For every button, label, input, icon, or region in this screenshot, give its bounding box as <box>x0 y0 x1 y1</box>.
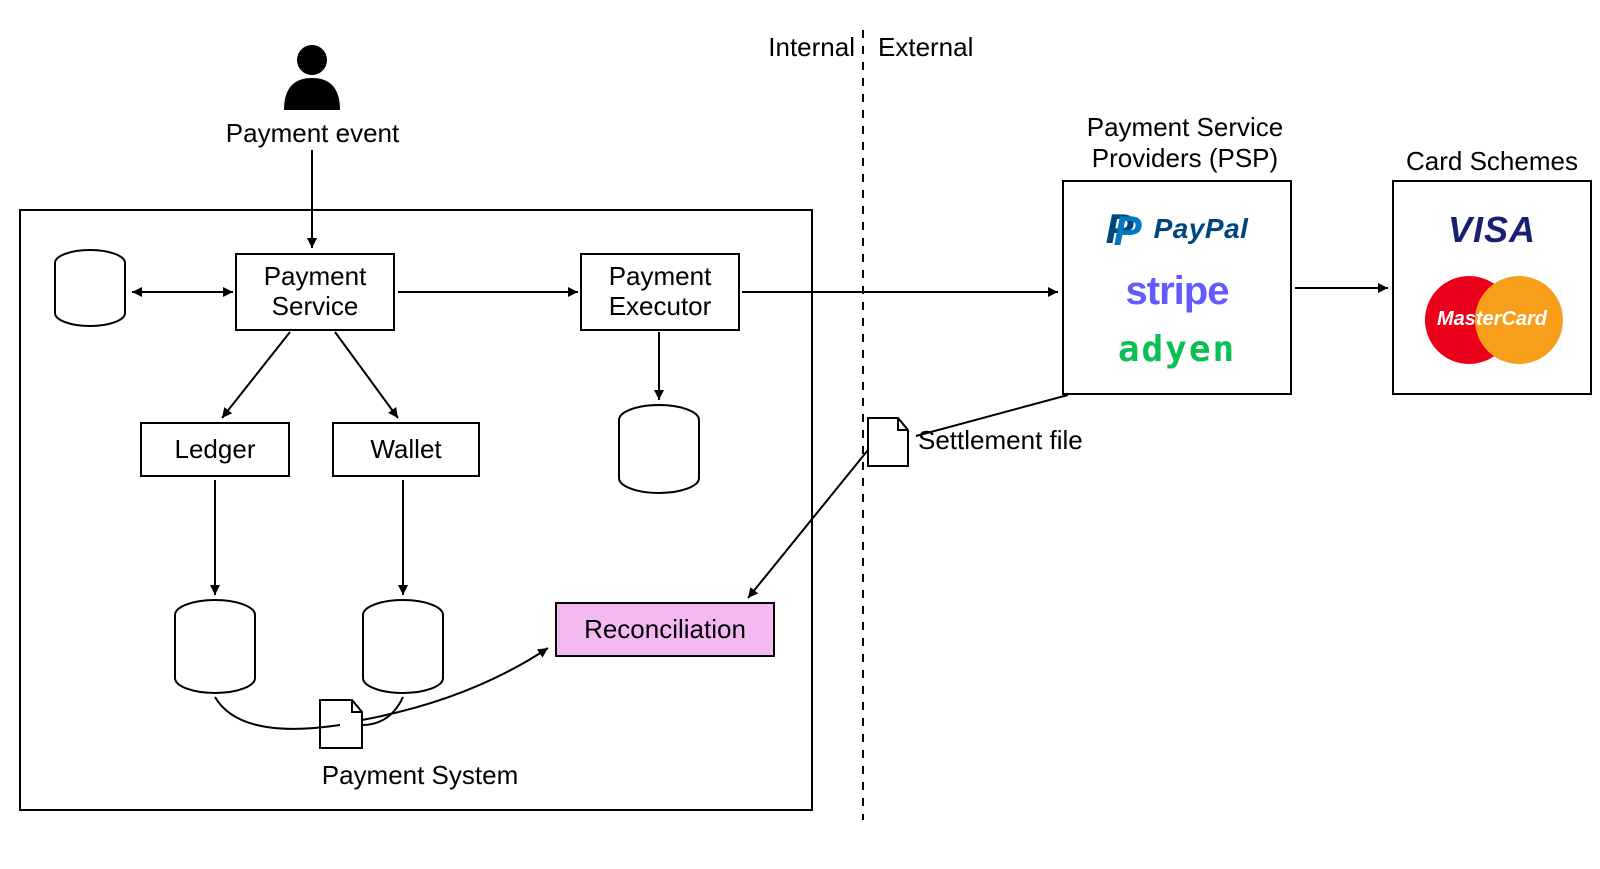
box-payment-executor: Payment Executor <box>580 253 740 331</box>
box-reconciliation: Reconciliation <box>555 602 775 657</box>
db-executor-icon <box>619 405 699 493</box>
logo-visa: VISA <box>1448 209 1536 250</box>
label-payment-event: Payment event <box>215 118 410 149</box>
user-icon <box>284 45 340 110</box>
logo-paypal: PP PayPal <box>1106 205 1249 253</box>
db-payment-service-icon <box>55 250 125 326</box>
arrow-service-to-ledger <box>222 332 290 418</box>
document-settlement-icon <box>868 418 908 466</box>
logo-stripe: stripe <box>1126 268 1229 314</box>
logo-adyen: adyen <box>1118 329 1236 370</box>
box-ledger: Ledger <box>140 422 290 477</box>
label-payment-system: Payment System <box>295 760 545 791</box>
db-ledger-icon <box>175 600 255 693</box>
label-psp-title: Payment Service Providers (PSP) <box>1045 112 1325 174</box>
box-wallet: Wallet <box>332 422 480 477</box>
document-payment-system-icon <box>320 700 362 748</box>
label-external: External <box>878 32 973 63</box>
label-card-schemes-title: Card Schemes <box>1392 146 1592 177</box>
logo-mastercard: MasterCard <box>1417 276 1567 366</box>
label-settlement-file: Settlement file <box>918 425 1083 456</box>
db-wallet-icon <box>363 600 443 693</box>
curve-walletdb-to-doc <box>362 697 403 725</box>
line-settlement-to-reconciliation <box>748 450 868 598</box>
box-psp: PP PayPal stripe adyen <box>1062 180 1292 395</box>
arrow-service-to-wallet <box>335 332 398 418</box>
box-card-schemes: VISA MasterCard <box>1392 180 1592 395</box>
box-payment-service: Payment Service <box>235 253 395 331</box>
label-internal: Internal <box>760 32 855 63</box>
